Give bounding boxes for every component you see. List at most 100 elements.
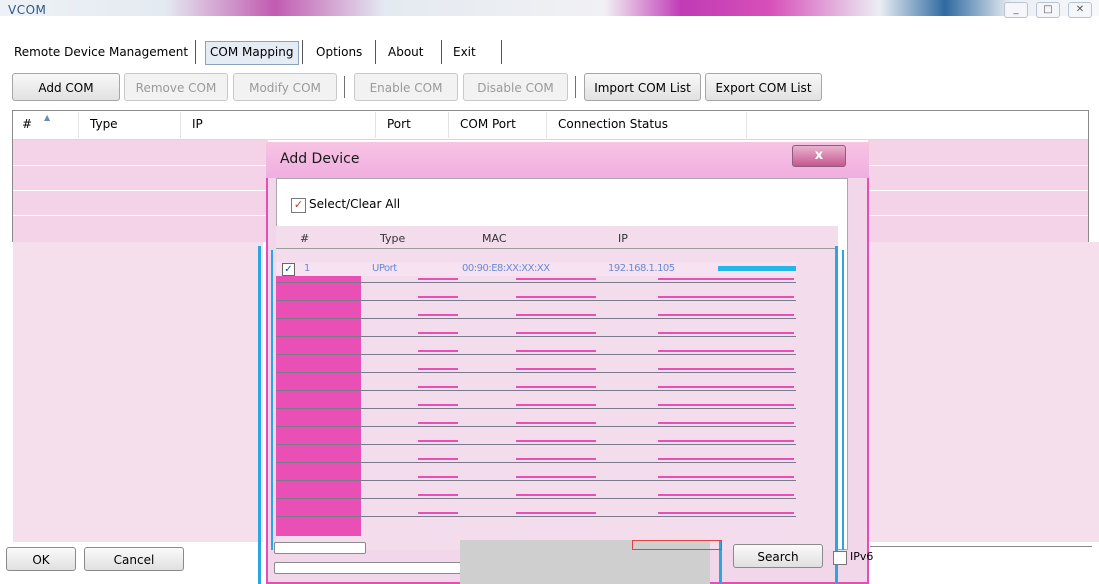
row-type: UPort	[372, 263, 397, 274]
device-column-number[interactable]: #	[300, 232, 309, 245]
enable-com-button[interactable]: Enable COM	[354, 73, 458, 101]
ok-button[interactable]: OK	[6, 547, 76, 571]
row-segment	[418, 404, 458, 406]
menu-separator	[441, 40, 442, 64]
menu-remote-device-management[interactable]: Remote Device Management	[10, 41, 192, 63]
row-segment	[516, 278, 596, 280]
select-all-label[interactable]: Select/Clear All	[309, 197, 400, 211]
row-segment	[516, 314, 596, 316]
guide-line	[258, 246, 261, 584]
row-segment	[418, 332, 458, 334]
column-port[interactable]: Port	[387, 117, 411, 131]
row-segment	[658, 332, 794, 334]
row-segment	[418, 368, 458, 370]
row-segment	[658, 404, 794, 406]
column-com-port[interactable]: COM Port	[460, 117, 516, 131]
row-segment	[658, 512, 794, 514]
title-bar	[0, 0, 1099, 38]
app-title: VCOM	[8, 3, 47, 17]
column-ip[interactable]: IP	[192, 117, 203, 131]
row-number: 1	[304, 263, 310, 274]
row-divider	[276, 390, 796, 391]
ipv6-checkbox[interactable]	[833, 551, 847, 565]
guide-line	[842, 250, 844, 550]
search-button[interactable]: Search	[733, 544, 823, 568]
row-segment	[418, 350, 458, 352]
dialog-close-icon[interactable]: x	[792, 145, 846, 167]
row-divider	[276, 336, 796, 337]
guide-line	[271, 250, 273, 550]
row-divider	[276, 516, 796, 517]
row-divider	[276, 318, 796, 319]
row-divider	[868, 190, 1088, 191]
menu-exit[interactable]: Exit	[449, 41, 480, 63]
row-segment	[658, 494, 794, 496]
menu-about[interactable]: About	[384, 41, 427, 63]
remove-com-button[interactable]: Remove COM	[124, 73, 228, 101]
row-segment	[516, 440, 596, 442]
row-segment	[658, 422, 794, 424]
row-segment	[658, 368, 794, 370]
progress-bar	[274, 562, 461, 574]
row-segment	[418, 494, 458, 496]
add-com-button[interactable]: Add COM	[12, 73, 120, 101]
row-segment	[658, 440, 794, 442]
row-segment	[516, 350, 596, 352]
row-segment	[418, 278, 458, 280]
divider-line	[870, 546, 1092, 547]
row-segment	[658, 278, 794, 280]
export-com-list-button[interactable]: Export COM List	[705, 73, 822, 101]
row-segment	[658, 386, 794, 388]
maximize-icon[interactable]: □	[1036, 2, 1060, 18]
select-all-checkbox[interactable]: ✓	[291, 198, 306, 213]
menu-options[interactable]: Options	[312, 41, 366, 63]
row-divider	[276, 300, 796, 301]
row-segment	[418, 512, 458, 514]
row-segment	[418, 476, 458, 478]
row-checkbox[interactable]: ✓	[282, 263, 295, 276]
menu-separator	[195, 40, 196, 64]
column-divider	[448, 112, 449, 138]
modify-com-button[interactable]: Modify COM	[233, 73, 337, 101]
row-divider	[276, 372, 796, 373]
row-segment	[418, 422, 458, 424]
close-icon[interactable]: ✕	[1068, 2, 1092, 18]
disable-com-button[interactable]: Disable COM	[463, 73, 568, 101]
row-divider	[13, 165, 268, 166]
column-connection-status[interactable]: Connection Status	[558, 117, 668, 131]
cancel-button[interactable]: Cancel	[84, 547, 184, 571]
row-divider	[276, 282, 796, 283]
row-segment	[658, 350, 794, 352]
minimize-icon[interactable]: _	[1004, 2, 1028, 18]
ipv6-label[interactable]: IPv6	[850, 550, 873, 563]
import-com-list-button[interactable]: Import COM List	[584, 73, 701, 101]
row-segment	[418, 440, 458, 442]
device-column-mac[interactable]: MAC	[482, 232, 507, 245]
column-type[interactable]: Type	[90, 117, 118, 131]
dialog-title: Add Device	[280, 151, 360, 167]
row-segment	[516, 512, 596, 514]
row-divider	[276, 444, 796, 445]
row-divider	[276, 426, 796, 427]
toolbar-separator	[575, 76, 576, 98]
row-segment	[516, 476, 596, 478]
row-segment	[418, 314, 458, 316]
sort-arrow-icon: ▲	[44, 113, 51, 122]
row-segment	[516, 422, 596, 424]
header-divider	[276, 248, 838, 249]
row-segment	[658, 314, 794, 316]
row-divider	[13, 190, 268, 191]
device-column-type[interactable]: Type	[380, 232, 405, 245]
table-body-left	[13, 140, 268, 242]
background-region	[836, 242, 1099, 542]
row-segment	[658, 296, 794, 298]
column-number[interactable]: #	[22, 117, 32, 131]
table-body-right	[868, 140, 1088, 242]
device-list-highlight	[276, 276, 361, 536]
row-segment	[418, 458, 458, 460]
menu-com-mapping[interactable]: COM Mapping	[205, 41, 299, 65]
device-column-ip[interactable]: IP	[618, 232, 628, 245]
table-header	[13, 111, 1088, 140]
row-divider	[868, 165, 1088, 166]
toolbar-separator	[344, 76, 345, 98]
